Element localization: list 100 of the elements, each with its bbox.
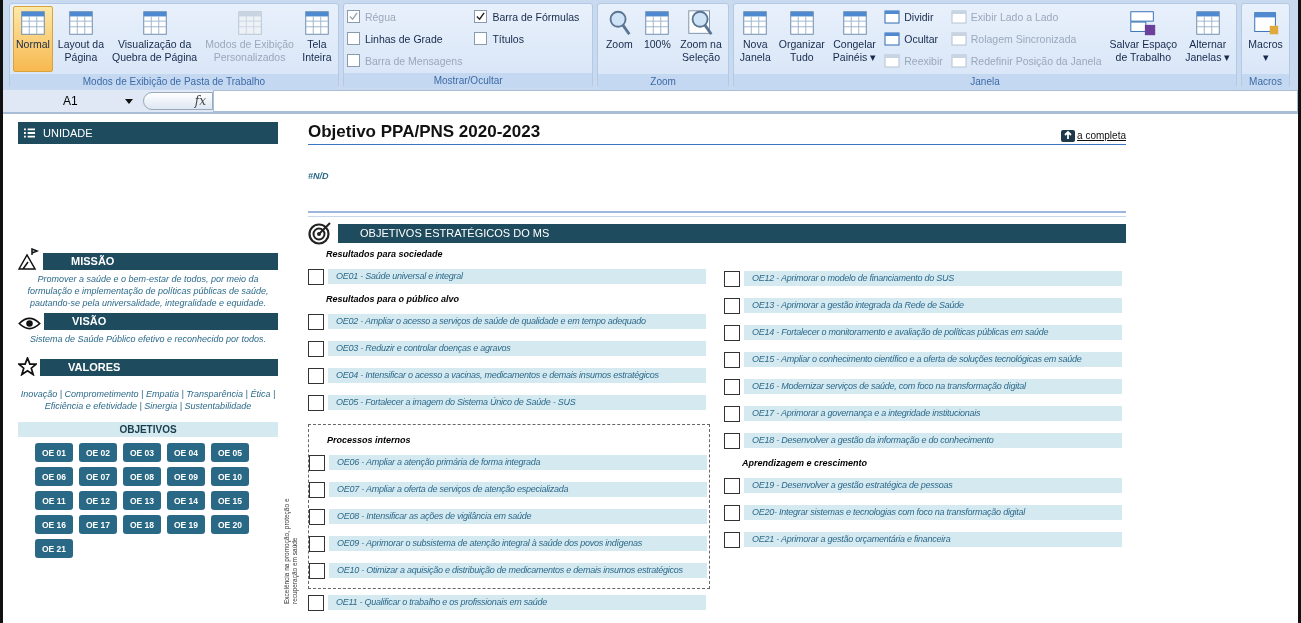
objective-button[interactable]: OE 11	[35, 491, 73, 510]
ribbon-button[interactable]: Macros ▾	[1245, 6, 1286, 72]
checkbox[interactable]	[309, 508, 325, 525]
group-label: Janela	[733, 74, 1237, 89]
section-header: VALORES	[40, 359, 278, 376]
objective-button[interactable]: OE 20	[211, 515, 249, 534]
objective-item: OE16 - Modernizar serviços de saúde, com foco na transformação digital	[744, 379, 1122, 394]
ribbon-button[interactable]: Tela Inteira	[298, 6, 335, 72]
checkbox[interactable]	[724, 270, 740, 287]
objective-item: OE05 - Fortalecer a imagem do Sistema Único de Saúde - SUS	[328, 395, 706, 410]
section-header: MISSÃO	[43, 253, 278, 270]
ribbon-button[interactable]: Nova Janela	[736, 6, 774, 72]
objective-button[interactable]: OE 01	[35, 443, 73, 462]
ribbon-button[interactable]: Organizar Tudo	[775, 6, 828, 72]
formula-input[interactable]	[213, 90, 1298, 112]
objective-item: OE21 - Aprimorar a gestão orçamentária e financeira	[744, 532, 1122, 547]
checkbox[interactable]	[724, 432, 740, 449]
objective-button[interactable]: OE 09	[167, 467, 205, 486]
link[interactable]: a completa	[1061, 128, 1126, 142]
objective-item: OE10 - Otimizar a aquisição e distribuição de medicamentos e demais insumos estratégicos	[329, 563, 707, 578]
checkbox[interactable]	[724, 504, 740, 521]
objective-button[interactable]: OE 07	[79, 467, 117, 486]
ribbon-button[interactable]: Ocultar	[881, 28, 946, 49]
checkbox[interactable]	[346, 32, 360, 45]
list-icon	[24, 128, 35, 138]
objective-item: OE15 - Ampliar o conhecimento científico e a oferta de soluções tecnológicas em saúde	[744, 352, 1122, 367]
checkbox[interactable]	[724, 477, 740, 494]
group-label: Zoom	[598, 74, 728, 89]
objective-button[interactable]: OE 14	[167, 491, 205, 510]
objective-button[interactable]: OE 12	[79, 491, 117, 510]
objective-button[interactable]: OE 17	[79, 515, 117, 534]
checkbox-option[interactable]: Linhas de Grade	[346, 28, 473, 49]
checkbox[interactable]	[724, 324, 740, 341]
checkbox[interactable]	[308, 394, 324, 411]
upload-icon	[1061, 128, 1076, 142]
ribbon-button[interactable]: 100%	[639, 6, 676, 72]
objective-item: OE09 - Aprimorar o subsistema de atenção integral à saúde dos povos indígenas	[329, 536, 707, 551]
function-button[interactable]: fx	[194, 94, 206, 108]
objective-button[interactable]: OE 18	[123, 515, 161, 534]
target-icon	[308, 221, 332, 245]
section-header: OBJETIVOS ESTRATÉGICOS DO MS	[338, 223, 1126, 243]
checkbox[interactable]	[724, 297, 740, 314]
vision-text: Sistema de Saúde Público efetivo e reconhecido por todos.	[28, 333, 268, 345]
objective-button[interactable]: OE 08	[123, 467, 161, 486]
objective-button[interactable]: OE 04	[167, 443, 205, 462]
objective-button[interactable]: OE 06	[35, 467, 73, 486]
ribbon-button[interactable]: Alternar Janelas ▾	[1182, 6, 1234, 72]
checkbox-option[interactable]: Barra de Fórmulas	[474, 6, 590, 27]
objectives-header: OBJETIVOS	[18, 422, 278, 437]
star-icon	[18, 357, 37, 376]
objective-item: OE12 - Aprimorar o modelo de financiamento do SUS	[744, 271, 1122, 286]
eye-icon	[18, 317, 41, 330]
name-box[interactable]: A1	[3, 94, 143, 108]
caret-icon[interactable]	[125, 98, 133, 104]
checkbox[interactable]	[724, 531, 740, 548]
ribbon-button[interactable]: Visualização da Quebra de Página	[108, 6, 201, 72]
objective-button[interactable]: OE 19	[167, 515, 205, 534]
checkbox[interactable]	[724, 378, 740, 395]
objective-button[interactable]: OE 16	[35, 515, 73, 534]
objective-button[interactable]: OE 21	[35, 539, 73, 558]
group-heading: Processos internos	[326, 434, 412, 447]
checkbox[interactable]	[309, 481, 325, 498]
checkbox[interactable]	[474, 10, 488, 23]
objective-button[interactable]: OE 13	[123, 491, 161, 510]
header-text: UNIDADE	[43, 127, 93, 139]
group-heading: Resultados para o público alvo	[325, 293, 461, 306]
group-label: Modos de Exibição de Pasta de Trabalho	[10, 74, 338, 89]
objective-button[interactable]: OE 02	[79, 443, 117, 462]
checkbox[interactable]	[309, 535, 325, 552]
checkbox[interactable]	[309, 562, 325, 579]
ribbon-button[interactable]: Zoom na Seleção	[677, 6, 725, 72]
group-heading: Resultados para sociedade	[325, 248, 444, 261]
cell-value: #N/D	[308, 171, 330, 181]
checkbox[interactable]	[308, 268, 324, 285]
values-text: Inovação | Comprometimento | Empatia | Transparência | Ética | Eficiência e efetividade | Sinergia | Sustentabilidade	[19, 388, 277, 412]
ribbon-button[interactable]: Normal	[13, 6, 53, 72]
objective-item: OE07 - Ampliar a oferta de serviços de atenção especializada	[329, 482, 707, 497]
group-label: Mostrar/Ocultar	[343, 73, 593, 88]
objective-button[interactable]: OE 15	[211, 491, 249, 510]
checkbox[interactable]	[309, 454, 325, 471]
ribbon-button[interactable]: Layout da Página	[54, 6, 107, 72]
objective-button[interactable]: OE 03	[123, 443, 161, 462]
checkbox[interactable]	[308, 340, 324, 357]
checkbox[interactable]	[724, 351, 740, 368]
checkbox-option[interactable]: Títulos	[474, 28, 590, 49]
ribbon-button[interactable]: Zoom	[601, 6, 638, 72]
objective-button[interactable]: OE 10	[211, 467, 249, 486]
ribbon-button[interactable]: Congelar Painéis ▾	[829, 6, 880, 72]
objective-item: OE13 - Aprimorar a gestão integrada da Rede de Saúde	[744, 298, 1122, 313]
checkbox[interactable]	[308, 594, 324, 611]
mountain-flag-icon	[18, 248, 40, 270]
checkbox[interactable]	[308, 313, 324, 330]
checkbox[interactable]	[308, 367, 324, 384]
checkbox[interactable]	[474, 32, 488, 45]
ribbon-button[interactable]: Dividir	[881, 6, 946, 27]
ribbon-button[interactable]: Salvar Espaço de Trabalho	[1106, 6, 1181, 72]
mission-text: Promover a saúde e o bem-estar de todos, por meio da formulação e implementação de políticas públicas de saúde, pautando-se pela universalidade, integralidade e equidade.	[26, 273, 270, 309]
checkbox[interactable]	[724, 405, 740, 422]
objective-button[interactable]: OE 05	[211, 443, 249, 462]
objective-item: OE11 - Qualificar o trabalho e os profissionais em saúde	[328, 595, 706, 610]
